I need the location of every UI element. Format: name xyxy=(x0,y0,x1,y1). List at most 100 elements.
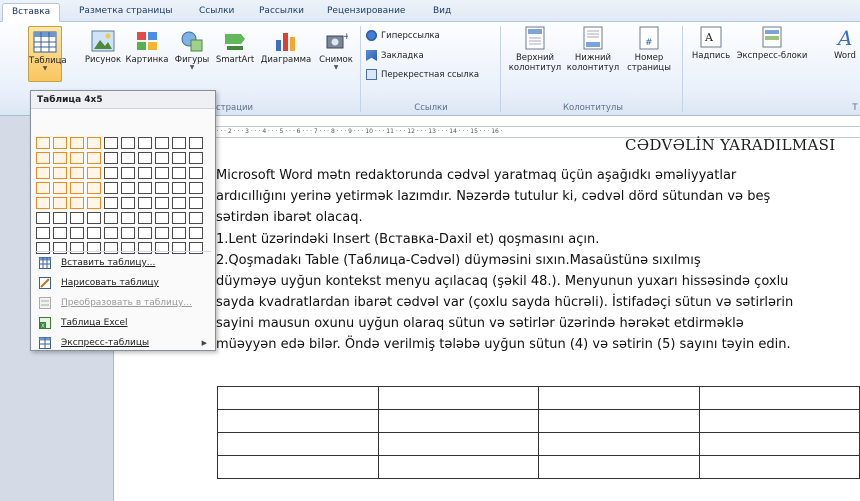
table-cell[interactable] xyxy=(377,386,539,410)
grid-cell[interactable] xyxy=(53,182,67,194)
table-cell[interactable] xyxy=(538,409,700,433)
grid-cell[interactable] xyxy=(172,182,186,194)
menu-item-draw-table[interactable]: Нарисовать таблицу xyxy=(33,273,213,293)
grid-cell[interactable] xyxy=(87,197,101,209)
grid-cell[interactable] xyxy=(70,167,84,179)
grid-cell[interactable] xyxy=(189,212,203,224)
grid-cell[interactable] xyxy=(172,137,186,149)
grid-cell[interactable] xyxy=(121,137,135,149)
table-cell[interactable] xyxy=(698,409,860,433)
grid-cell[interactable] xyxy=(87,227,101,239)
grid-cell[interactable] xyxy=(172,197,186,209)
tab-references[interactable]: Ссылки xyxy=(190,3,243,22)
grid-cell[interactable] xyxy=(155,137,169,149)
grid-cell[interactable] xyxy=(121,227,135,239)
tab-view[interactable]: Вид xyxy=(424,3,460,22)
grid-cell[interactable] xyxy=(172,227,186,239)
header-button[interactable]: Верхний колонтитул xyxy=(508,26,562,73)
grid-cell[interactable] xyxy=(70,227,84,239)
grid-cell[interactable] xyxy=(70,212,84,224)
grid-cell[interactable] xyxy=(104,227,118,239)
grid-cell[interactable] xyxy=(36,227,50,239)
table-cell[interactable] xyxy=(698,455,860,479)
grid-cell[interactable] xyxy=(36,137,50,149)
grid-cell[interactable] xyxy=(172,212,186,224)
grid-cell[interactable] xyxy=(53,212,67,224)
quickparts-button[interactable]: Экспресс-блоки xyxy=(736,26,808,61)
menu-item-insert-table[interactable]: Вставить таблицу... xyxy=(33,253,213,273)
grid-cell[interactable] xyxy=(138,152,152,164)
table-button[interactable]: Таблица ▼ xyxy=(28,26,67,82)
grid-cell[interactable] xyxy=(36,167,50,179)
grid-cell[interactable] xyxy=(36,212,50,224)
clipart-button[interactable]: Картинка xyxy=(125,30,169,65)
grid-cell[interactable] xyxy=(189,182,203,194)
grid-cell[interactable] xyxy=(155,167,169,179)
grid-cell[interactable] xyxy=(104,167,118,179)
table-cell[interactable] xyxy=(377,455,539,479)
grid-cell[interactable] xyxy=(138,167,152,179)
tab-page-layout[interactable]: Разметка страницы xyxy=(70,3,182,22)
grid-cell[interactable] xyxy=(121,197,135,209)
grid-cell[interactable] xyxy=(121,167,135,179)
grid-cell[interactable] xyxy=(155,152,169,164)
chart-button[interactable]: Диаграмма xyxy=(258,30,314,65)
grid-cell[interactable] xyxy=(138,197,152,209)
document-table[interactable] xyxy=(217,386,860,479)
grid-cell[interactable] xyxy=(104,182,118,194)
grid-cell[interactable] xyxy=(53,197,67,209)
grid-cell[interactable] xyxy=(189,152,203,164)
grid-cell[interactable] xyxy=(104,152,118,164)
grid-cell[interactable] xyxy=(104,137,118,149)
grid-cell[interactable] xyxy=(87,182,101,194)
table-cell[interactable] xyxy=(217,432,379,456)
menu-item-convert-table[interactable]: Преобразовать в таблицу... xyxy=(33,293,213,313)
grid-cell[interactable] xyxy=(121,152,135,164)
grid-cell[interactable] xyxy=(70,197,84,209)
menu-item-quick-tables[interactable]: Экспресс-таблицы ▶ xyxy=(33,333,213,353)
grid-cell[interactable] xyxy=(172,152,186,164)
tab-review[interactable]: Рецензирование xyxy=(318,3,414,22)
page-number-button[interactable]: # Номер страницы xyxy=(624,26,674,73)
grid-cell[interactable] xyxy=(138,182,152,194)
grid-cell[interactable] xyxy=(138,212,152,224)
grid-cell[interactable] xyxy=(70,182,84,194)
grid-cell[interactable] xyxy=(36,152,50,164)
table-cell[interactable] xyxy=(377,432,539,456)
table-cell[interactable] xyxy=(217,386,379,410)
grid-cell[interactable] xyxy=(155,227,169,239)
footer-button[interactable]: Нижний колонтитул xyxy=(566,26,620,73)
textbox-button[interactable]: A Надпись xyxy=(688,26,734,61)
table-cell[interactable] xyxy=(698,386,860,410)
grid-cell[interactable] xyxy=(70,137,84,149)
grid-cell[interactable] xyxy=(53,167,67,179)
grid-cell[interactable] xyxy=(36,197,50,209)
wordart-button[interactable]: A Word xyxy=(812,26,860,61)
picture-button[interactable]: Рисунок xyxy=(83,30,123,65)
grid-cell[interactable] xyxy=(189,197,203,209)
table-cell[interactable] xyxy=(217,455,379,479)
grid-cell[interactable] xyxy=(104,197,118,209)
grid-cell[interactable] xyxy=(155,197,169,209)
bookmark-button[interactable]: Закладка xyxy=(366,50,424,61)
shapes-button[interactable]: Фигуры ▼ xyxy=(172,30,212,71)
menu-item-excel-table[interactable]: X Таблица Excel xyxy=(33,313,213,333)
tab-insert[interactable]: Вставка xyxy=(2,3,61,22)
table-cell[interactable] xyxy=(698,432,860,456)
screenshot-button[interactable]: + Снимок ▼ xyxy=(316,30,356,71)
grid-cell[interactable] xyxy=(189,167,203,179)
grid-cell[interactable] xyxy=(189,137,203,149)
table-cell[interactable] xyxy=(217,409,379,433)
table-cell[interactable] xyxy=(377,409,539,433)
smartart-button[interactable]: SmartArt xyxy=(214,30,256,65)
grid-cell[interactable] xyxy=(53,152,67,164)
grid-cell[interactable] xyxy=(172,167,186,179)
grid-cell[interactable] xyxy=(36,182,50,194)
grid-cell[interactable] xyxy=(87,137,101,149)
table-cell[interactable] xyxy=(538,386,700,410)
grid-cell[interactable] xyxy=(53,227,67,239)
table-cell[interactable] xyxy=(538,455,700,479)
table-cell[interactable] xyxy=(538,432,700,456)
grid-cell[interactable] xyxy=(138,137,152,149)
crossref-button[interactable]: Перекрестная ссылка xyxy=(366,69,479,80)
